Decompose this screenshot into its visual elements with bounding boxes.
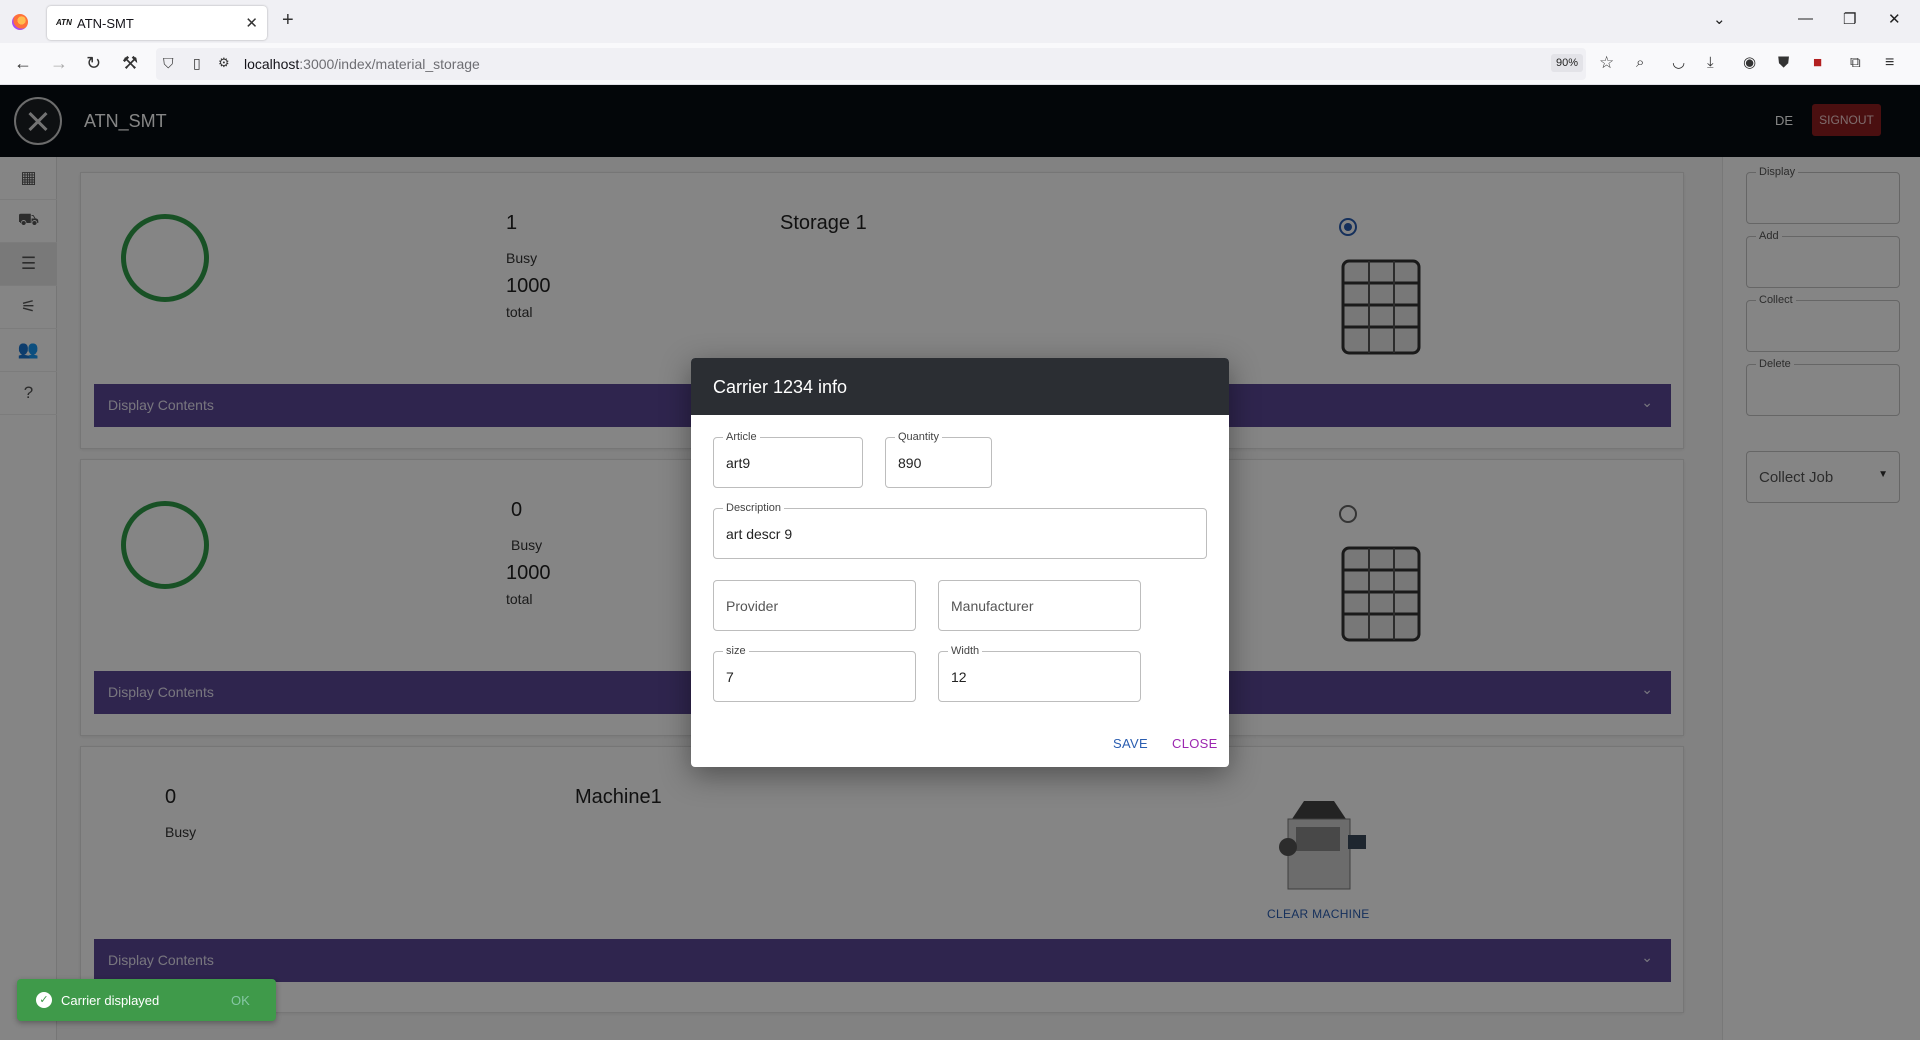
tools-icon[interactable]: ⚒ [122, 53, 138, 73]
minimize-icon[interactable]: — [1798, 10, 1813, 27]
snackbar-ok-button[interactable]: OK [231, 993, 250, 1008]
description-value: art descr 9 [726, 526, 793, 542]
width-label: Width [948, 645, 983, 657]
dialog-header: Carrier 1234 info [691, 358, 1229, 415]
save-button[interactable]: SAVE [1113, 736, 1148, 751]
dialog-title: Carrier 1234 info [713, 377, 848, 397]
provider-field[interactable]: Provider [713, 580, 916, 631]
manufacturer-placeholder: Manufacturer [951, 598, 1034, 614]
quantity-value: 890 [898, 455, 922, 471]
restore-icon[interactable]: ❐ [1843, 10, 1856, 28]
search-icon[interactable]: ⌕ [1636, 53, 1644, 73]
browser-tab[interactable]: ATN ATN-SMT ✕ [47, 6, 267, 40]
manufacturer-field[interactable]: Manufacturer [938, 580, 1141, 631]
size-value: 7 [726, 669, 734, 685]
url-text[interactable]: localhost:3000/index/material_storage [244, 56, 480, 72]
carrier-info-dialog: Carrier 1234 info Article art9 Quantity … [691, 358, 1229, 767]
back-icon[interactable]: ← [14, 53, 32, 73]
addon-icon[interactable]: ■ [1813, 53, 1822, 73]
check-circle-icon: ✓ [36, 992, 52, 1008]
quantity-label: Quantity [895, 431, 942, 443]
site-info-icon[interactable]: ⚙ [218, 53, 230, 73]
snackbar: ✓ Carrier displayed OK [17, 979, 276, 1021]
width-value: 12 [951, 669, 967, 685]
firefox-icon[interactable] [12, 14, 28, 30]
page-icon[interactable]: ▯ [193, 53, 201, 73]
article-field[interactable]: Article art9 [713, 431, 863, 488]
description-field[interactable]: Description art descr 9 [713, 502, 1207, 559]
browser-tab-bar: ATN ATN-SMT ✕ + ⌄ — ❐ ✕ [0, 0, 1920, 43]
forward-icon[interactable]: → [50, 53, 68, 73]
download-icon[interactable]: ⤓ [1707, 53, 1714, 73]
extensions-icon[interactable]: ⧉ [1850, 53, 1861, 73]
article-value: art9 [726, 455, 751, 471]
snackbar-message: Carrier displayed [61, 993, 160, 1008]
provider-placeholder: Provider [726, 598, 779, 614]
zoom-level[interactable]: 90% [1551, 54, 1584, 72]
quantity-field[interactable]: Quantity 890 [885, 431, 992, 488]
bookmark-star-icon[interactable]: ☆ [1599, 53, 1614, 73]
atn-favicon-icon: ATN [56, 18, 72, 27]
size-field[interactable]: size 7 [713, 645, 916, 702]
tab-close-icon[interactable]: ✕ [245, 14, 258, 32]
pocket-icon[interactable]: ◡ [1672, 53, 1685, 73]
menu-icon[interactable]: ≡ [1885, 53, 1894, 73]
extension-shield-icon[interactable]: ⛊ [1778, 53, 1789, 73]
close-button[interactable]: CLOSE [1172, 736, 1218, 751]
description-label: Description [723, 502, 785, 514]
width-field[interactable]: Width 12 [938, 645, 1141, 702]
reload-icon[interactable]: ↻ [86, 53, 101, 73]
new-tab-icon[interactable]: + [282, 9, 294, 32]
size-label: size [723, 645, 749, 657]
article-label: Article [723, 431, 760, 443]
tab-list-icon[interactable]: ⌄ [1713, 10, 1726, 28]
account-icon[interactable]: ◉ [1743, 53, 1756, 73]
shield-icon[interactable]: ⛉ [163, 53, 174, 73]
tab-title: ATN-SMT [77, 16, 134, 31]
window-close-icon[interactable]: ✕ [1888, 10, 1901, 28]
